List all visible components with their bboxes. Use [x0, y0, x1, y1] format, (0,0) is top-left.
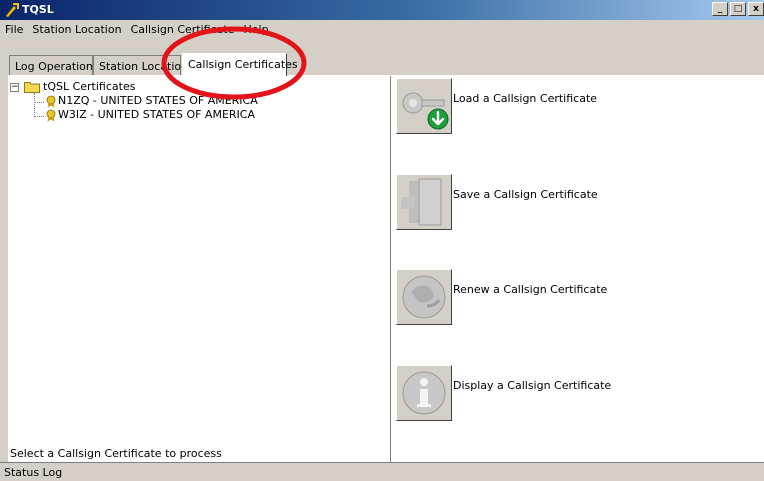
tab-log-operations[interactable]: Log Operations: [9, 55, 99, 75]
certificate-tree-panel: − tQSL Certificates N1ZQ - UNITED STATES…: [8, 76, 391, 462]
renew-certificate-action[interactable]: Renew a Callsign Certificate: [396, 269, 756, 325]
save-certificate-icon: [401, 178, 442, 226]
renew-certificate-label[interactable]: Renew a Callsign Certificate: [453, 283, 607, 296]
folder-icon: [24, 82, 40, 93]
renew-certificate-button[interactable]: [396, 269, 452, 325]
certificate-icon: [46, 95, 56, 108]
tab-content-panel: − tQSL Certificates N1ZQ - UNITED STATES…: [8, 75, 764, 462]
tree-item-n1zq[interactable]: N1ZQ - UNITED STATES OF AMERICA: [58, 94, 258, 108]
menu-station-location[interactable]: Station Location: [27, 21, 125, 39]
tqsl-app-icon: [5, 3, 19, 18]
tab-callsign-certificates[interactable]: Callsign Certificates: [182, 53, 298, 76]
tree-item-w3iz[interactable]: W3IZ - UNITED STATES OF AMERICA: [58, 108, 255, 122]
display-certificate-icon: [402, 371, 446, 415]
status-log-label: Status Log: [4, 466, 63, 479]
maximize-button[interactable]: □: [730, 2, 746, 16]
tab-station-locations[interactable]: Station Locations: [93, 55, 194, 75]
display-certificate-button[interactable]: [396, 365, 452, 421]
load-certificate-icon: [402, 92, 449, 130]
save-certificate-button[interactable]: [396, 174, 452, 230]
load-certificate-button[interactable]: [396, 78, 452, 134]
certificate-icon: [46, 109, 56, 122]
close-button[interactable]: x: [748, 2, 764, 16]
menu-callsign-certificate[interactable]: Callsign Certificate: [126, 21, 239, 39]
minimize-button[interactable]: _: [712, 2, 728, 16]
save-certificate-label[interactable]: Save a Callsign Certificate: [453, 188, 598, 201]
load-certificate-action[interactable]: Load a Callsign Certificate: [396, 78, 756, 134]
renew-certificate-icon: [402, 275, 446, 319]
display-certificate-action[interactable]: Display a Callsign Certificate: [396, 365, 756, 421]
collapse-toggle[interactable]: −: [10, 83, 19, 92]
menu-help[interactable]: Help: [238, 21, 272, 39]
load-certificate-label[interactable]: Load a Callsign Certificate: [453, 92, 597, 105]
menu-bar: File Station Location Callsign Certifica…: [0, 21, 764, 39]
window-title: TQSL: [22, 3, 54, 16]
selection-hint: Select a Callsign Certificate to process: [10, 447, 222, 460]
status-bar: Status Log: [0, 462, 764, 481]
menu-file[interactable]: File: [0, 21, 27, 39]
save-certificate-action[interactable]: Save a Callsign Certificate: [396, 174, 756, 230]
display-certificate-label[interactable]: Display a Callsign Certificate: [453, 379, 611, 392]
certificate-actions-panel: Load a Callsign Certificate Save a Calls…: [392, 76, 764, 462]
title-bar: TQSL _ □ x: [0, 0, 764, 20]
tree-root-label[interactable]: tQSL Certificates: [43, 80, 135, 94]
